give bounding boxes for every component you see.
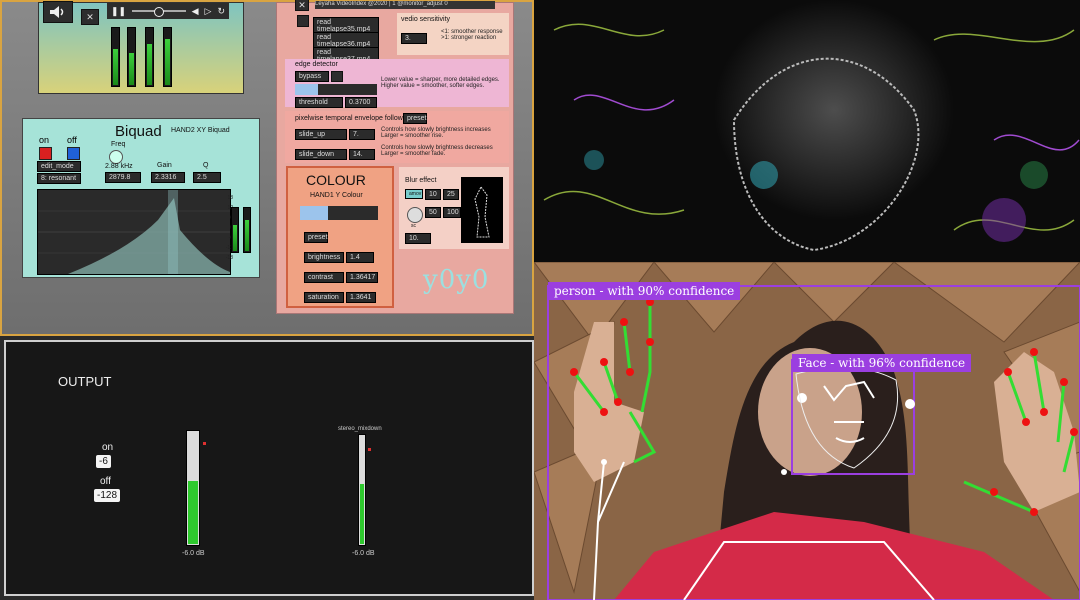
mode-menu[interactable]: edit_mode xyxy=(37,161,81,172)
threshold-label: threshold xyxy=(295,97,343,108)
colour-slider[interactable] xyxy=(300,206,378,220)
speaker-icon[interactable] xyxy=(43,1,73,23)
threshold-number[interactable]: 0.3700 xyxy=(345,97,377,108)
contrast-number[interactable]: 1.36417 xyxy=(346,272,378,283)
peak-indicator xyxy=(203,442,206,445)
output-on-label: on xyxy=(102,442,114,453)
mixdown-label: stereo_mixdown xyxy=(338,426,382,432)
sensitivity-box: vedio sensitivity 3. <1: smoother respon… xyxy=(397,13,509,55)
level-meter xyxy=(127,27,136,87)
edge-title: edge detector xyxy=(295,61,338,68)
sensitivity-note: <1: smoother response >1: stronger react… xyxy=(441,29,503,41)
output-on-number[interactable]: -6 xyxy=(96,455,111,468)
level-meter xyxy=(145,27,154,87)
patcher-window: ✕ ❚❚ ◀ ▷ ↻ Biquad HAND2 XY Biquad on off… xyxy=(0,0,534,336)
blur-number[interactable]: 25 xyxy=(443,189,459,200)
close-icon[interactable]: ✕ xyxy=(295,0,309,11)
saturation-label: saturation xyxy=(304,292,344,303)
slide-down-label: slide_down xyxy=(295,149,347,160)
output-gain-meter[interactable] xyxy=(186,430,200,546)
blur-box: Blur effect amov 10 25 sc 50 100 10. xyxy=(399,167,509,249)
colour-title: COLOUR xyxy=(306,172,366,188)
output-title: OUTPUT xyxy=(58,374,112,389)
peak-indicator xyxy=(368,448,371,451)
colour-preset-button[interactable]: preset xyxy=(304,232,328,243)
envelope-title: pixelwise temporal envelope follower xyxy=(295,115,410,122)
off-button[interactable] xyxy=(67,147,80,160)
output-off-number[interactable]: -128 xyxy=(94,489,121,502)
contrast-label: contrast xyxy=(304,272,344,283)
rewind-icon[interactable]: ◀ xyxy=(192,6,199,17)
biquad-meter xyxy=(231,207,239,253)
slide-down-number[interactable]: 14. xyxy=(349,149,375,160)
freq-dial[interactable] xyxy=(109,150,123,164)
saturation-number[interactable]: 1.3641 xyxy=(346,292,376,303)
blur-amount-label: amov xyxy=(405,189,423,199)
colour-subtitle: HAND1 Y Colour xyxy=(310,192,363,199)
freq-readout: 2.88 kHz xyxy=(105,163,133,170)
q-number[interactable]: 2.5 xyxy=(193,172,221,183)
brightness-number[interactable]: 1.4 xyxy=(346,252,374,263)
slide-up-label: slide_up xyxy=(295,129,347,140)
output-off-label: off xyxy=(100,476,111,487)
video-header: Leyaha VideoIndex @2020 | 1 @monitor_adj… xyxy=(315,1,495,9)
colour-panel: COLOUR HAND1 Y Colour preset brightness … xyxy=(286,166,394,308)
edge-effect-video xyxy=(534,0,1080,262)
camera-feed: person - with 90% confidence Face - with… xyxy=(534,262,1080,600)
sensitivity-title: vedio sensitivity xyxy=(401,16,451,23)
edge-note: Lower value = sharper, more detailed edg… xyxy=(381,77,500,89)
bypass-checkbox[interactable] xyxy=(331,71,343,82)
loop-icon[interactable]: ↻ xyxy=(217,6,225,17)
blur-number[interactable]: 50 xyxy=(425,207,441,218)
blur-value[interactable]: 10. xyxy=(405,233,431,244)
freq-number[interactable]: 2879.8 xyxy=(105,172,141,183)
brightness-label: brightness xyxy=(304,252,344,263)
q-label: Q xyxy=(203,162,209,169)
biquad-title: Biquad xyxy=(115,123,162,140)
blur-dial[interactable] xyxy=(407,207,423,223)
yoyo-logo: y0y0 xyxy=(423,265,490,295)
position-slider[interactable] xyxy=(132,7,186,17)
output-panel: OUTPUT on -6 off -128 -6.0 dB stereo_mix… xyxy=(4,340,534,596)
bypass-toggle[interactable]: bypass xyxy=(295,71,329,82)
biquad-subtitle: HAND2 XY Biquad xyxy=(171,127,230,134)
threshold-slider[interactable] xyxy=(295,84,377,95)
level-meter xyxy=(111,27,120,87)
blur-number[interactable]: 10 xyxy=(425,189,441,200)
filter-type-menu[interactable]: 8: resonant xyxy=(37,173,81,184)
freq-label: Freq xyxy=(111,141,126,148)
gain-label: Gain xyxy=(157,162,172,169)
mixdown-meter-db: -6.0 dB xyxy=(352,550,375,557)
on-button[interactable] xyxy=(39,147,52,160)
biquad-meter xyxy=(243,207,251,253)
blur-preview xyxy=(461,177,503,243)
off-label: off xyxy=(67,135,77,145)
level-meter xyxy=(163,27,172,87)
output-meter-db: -6.0 dB xyxy=(182,550,205,557)
audio-panel: ✕ ❚❚ ◀ ▷ ↻ xyxy=(38,1,244,94)
person-detection-label: person - with 90% confidence xyxy=(548,282,741,300)
face-detection-label: Face - with 96% confidence xyxy=(792,354,972,372)
pause-icon[interactable]: ❚❚ xyxy=(111,6,126,17)
slide-up-number[interactable]: 7. xyxy=(349,129,375,140)
envelope-box: pixelwise temporal envelope follower pre… xyxy=(285,111,509,163)
blur-dial-label: sc xyxy=(411,223,416,229)
slide-down-note: Controls how slowly brightness decreases… xyxy=(381,145,493,157)
transport-bar: ❚❚ ◀ ▷ ↻ xyxy=(107,3,229,19)
forward-icon[interactable]: ▷ xyxy=(205,6,212,17)
envelope-preset-button[interactable]: preset xyxy=(403,113,427,124)
on-label: on xyxy=(39,135,50,145)
toggle-icon[interactable] xyxy=(297,15,309,27)
biquad-panel: Biquad HAND2 XY Biquad on off edit_mode … xyxy=(22,118,260,278)
close-icon[interactable]: ✕ xyxy=(81,9,99,25)
mixdown-meter[interactable] xyxy=(358,434,366,546)
gain-number[interactable]: 2.3316 xyxy=(151,172,185,183)
blur-title: Blur effect xyxy=(405,177,437,184)
blur-number[interactable]: 100 xyxy=(443,207,461,218)
filter-graph[interactable] xyxy=(37,189,231,275)
edge-detector-box: edge detector bypass threshold 0.3700 Lo… xyxy=(285,59,509,108)
sensitivity-number[interactable]: 3. xyxy=(401,33,427,44)
slide-up-note: Controls how slowly brightness increases… xyxy=(381,127,491,139)
